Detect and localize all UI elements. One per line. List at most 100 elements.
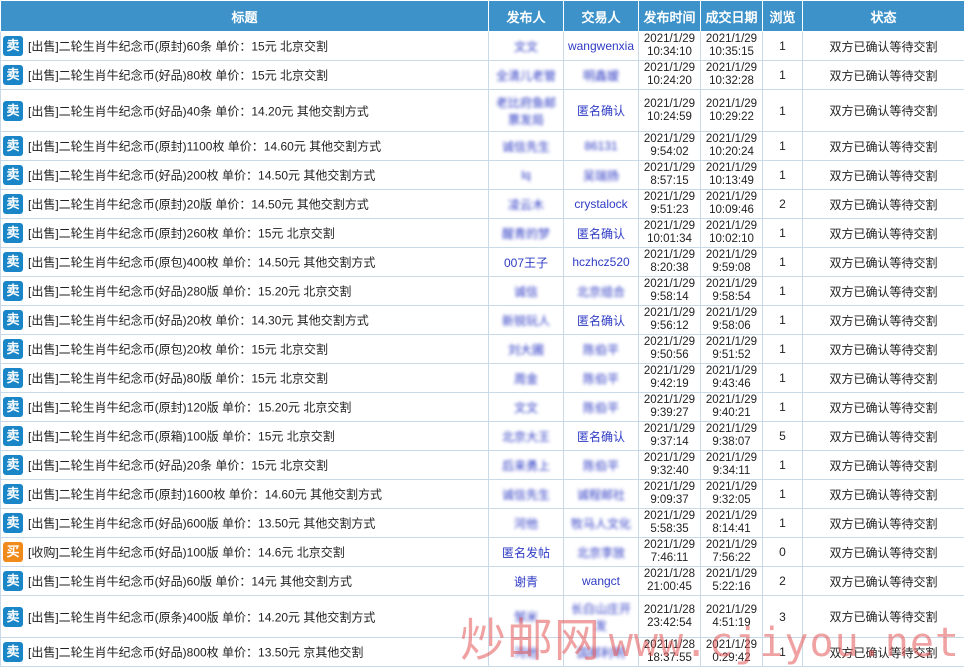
- listing-title-link[interactable]: [出售]二轮生肖牛纪念币(好品)800枚 单价：13.50元 京其他交割: [28, 646, 363, 660]
- listing-title-cell[interactable]: 卖 [出售]二轮生肖牛纪念币(原封)120版 单价：15.20元 北京交割: [0, 392, 489, 422]
- listing-title-cell[interactable]: 卖 [出售]二轮生肖牛纪念币(原条)400版 单价：14.20元 其他交割方式: [0, 595, 489, 638]
- status-cell: 双方已确认等待交割: [802, 89, 964, 132]
- publisher-link[interactable]: 诚信先生: [502, 138, 550, 155]
- listing-title-link[interactable]: [出售]二轮生肖牛纪念币(好品)20枚 单价：14.30元 其他交割方式: [28, 314, 369, 328]
- views-cell: 1: [762, 637, 803, 667]
- publisher-link[interactable]: 邹米: [514, 608, 538, 625]
- listing-title-link[interactable]: [出售]二轮生肖牛纪念币(原封)260枚 单价：15元 北京交割: [28, 227, 335, 241]
- trader-link[interactable]: 匿名确认: [577, 102, 625, 119]
- trader-link[interactable]: 诚程邮社: [577, 486, 625, 503]
- publisher-link[interactable]: 匿名发帖: [502, 544, 550, 561]
- deal-clock: 7:56:22: [712, 552, 751, 564]
- trader-link[interactable]: hczhcz520: [572, 255, 629, 269]
- column-header-views[interactable]: 浏览: [762, 0, 803, 32]
- column-header-trader[interactable]: 交易人: [563, 0, 639, 32]
- listing-title-cell[interactable]: 卖 [出售]二轮生肖牛纪念币(好品)60版 单价：14元 其他交割方式: [0, 566, 489, 596]
- publisher-link[interactable]: 老比府鱼邮票发局: [491, 94, 561, 128]
- publisher-link[interactable]: 新锐玩人: [502, 312, 550, 329]
- listing-title-link[interactable]: [出售]二轮生肖牛纪念币(好品)40条 单价：14.20元 其他交割方式: [28, 104, 369, 118]
- publisher-link[interactable]: 文文: [514, 399, 538, 416]
- column-header-publish-time[interactable]: 发布时间: [638, 0, 701, 32]
- publisher-link[interactable]: 醒青的梦: [502, 225, 550, 242]
- listing-title-cell[interactable]: 卖 [出售]二轮生肖牛纪念币(好品)600版 单价：13.50元 其他交割方式: [0, 508, 489, 538]
- listing-title-cell[interactable]: 卖 [出售]二轮生肖牛纪念币(好品)20枚 单价：14.30元 其他交割方式: [0, 305, 489, 335]
- trader-link[interactable]: 吴瑞扬: [583, 167, 619, 184]
- trader-link[interactable]: 国邮利明: [577, 644, 625, 661]
- publisher-link[interactable]: 周金: [514, 370, 538, 387]
- column-header-title[interactable]: 标题: [0, 0, 489, 32]
- trader-link[interactable]: 陈伯平: [583, 399, 619, 416]
- listing-title-link[interactable]: [出售]二轮生肖牛纪念币(原封)1100枚 单价：14.60元 其他交割方式: [28, 140, 381, 154]
- listing-title-cell[interactable]: 卖 [出售]二轮生肖牛纪念币(原箱)100版 单价：15元 北京交割: [0, 421, 489, 451]
- listing-title-link[interactable]: [出售]二轮生肖牛纪念币(好品)280版 单价：15.20元 北京交割: [28, 285, 351, 299]
- publisher-link[interactable]: 北京大王: [502, 428, 550, 445]
- publisher-link[interactable]: 文文: [514, 38, 538, 55]
- listing-title-link[interactable]: [出售]二轮生肖牛纪念币(原包)20枚 单价：15元 北京交割: [28, 343, 328, 357]
- publisher-link[interactable]: 诚信先生: [502, 486, 550, 503]
- views-cell: 1: [762, 31, 803, 61]
- publisher-link[interactable]: 河他: [514, 515, 538, 532]
- listing-title-cell[interactable]: 卖 [出售]二轮生肖牛纪念币(好品)20条 单价：15元 北京交割: [0, 450, 489, 480]
- publisher-link[interactable]: lq: [521, 168, 530, 182]
- publisher-link[interactable]: 全清儿老管: [496, 67, 556, 84]
- publisher-link[interactable]: 刘大圃: [508, 341, 544, 358]
- listing-title-cell[interactable]: 卖 [出售]二轮生肖牛纪念币(好品)80枚 单价：15元 北京交割: [0, 60, 489, 90]
- trader-link[interactable]: 明鑫嫒: [583, 67, 619, 84]
- listing-title-cell[interactable]: 卖 [出售]二轮生肖牛纪念币(原封)1100枚 单价：14.60元 其他交割方式: [0, 131, 489, 161]
- publisher-link[interactable]: 谢青: [514, 573, 538, 590]
- trader-link[interactable]: 匿名确认: [577, 428, 625, 445]
- listing-title-link[interactable]: [出售]二轮生肖牛纪念币(原箱)100版 单价：15元 北京交割: [28, 430, 335, 444]
- trader-link[interactable]: 陈伯平: [583, 457, 619, 474]
- listing-title-link[interactable]: [收购]二轮生肖牛纪念币(好品)100版 单价：14.6元 北京交割: [28, 546, 345, 560]
- listing-title-cell[interactable]: 卖 [出售]二轮生肖牛纪念币(好品)40条 单价：14.20元 其他交割方式: [0, 89, 489, 132]
- publish-time-cell: 2021/1/29 9:37:14: [638, 421, 701, 451]
- trader-link[interactable]: 北京组合: [577, 283, 625, 300]
- listing-title-cell[interactable]: 卖 [出售]二轮生肖牛纪念币(好品)200枚 单价：14.50元 其他交割方式: [0, 160, 489, 190]
- listing-title-link[interactable]: [出售]二轮生肖牛纪念币(好品)60版 单价：14元 其他交割方式: [28, 575, 352, 589]
- listing-title-link[interactable]: [出售]二轮生肖牛纪念币(原封)1600枚 单价：14.60元 其他交割方式: [28, 488, 382, 502]
- trader-link[interactable]: wangct: [582, 574, 620, 588]
- publisher-link[interactable]: 河他: [514, 644, 538, 661]
- listing-title-cell[interactable]: 卖 [出售]二轮生肖牛纪念币(原包)400枚 单价：14.50元 其他交割方式: [0, 247, 489, 277]
- publish-clock: 10:24:59: [647, 110, 692, 123]
- listing-title-link[interactable]: [出售]二轮生肖牛纪念币(原封)120版 单价：15.20元 北京交割: [28, 401, 351, 415]
- listing-title-link[interactable]: [出售]二轮生肖牛纪念币(好品)600版 单价：13.50元 其他交割方式: [28, 517, 375, 531]
- trader-link[interactable]: 北京李放: [577, 544, 625, 561]
- listing-title-cell[interactable]: 卖 [出售]二轮生肖牛纪念币(原封)20版 单价：14.50元 其他交割方式: [0, 189, 489, 219]
- listing-title-cell[interactable]: 卖 [出售]二轮生肖牛纪念币(好品)280版 单价：15.20元 北京交割: [0, 276, 489, 306]
- listing-title-cell[interactable]: 卖 [出售]二轮生肖牛纪念币(原包)20枚 单价：15元 北京交割: [0, 334, 489, 364]
- trader-link[interactable]: 匿名确认: [577, 312, 625, 329]
- publisher-link[interactable]: 凌云木: [508, 196, 544, 213]
- listing-title-cell[interactable]: 卖 [出售]二轮生肖牛纪念币(原封)60条 单价：15元 北京交割: [0, 31, 489, 61]
- trader-link[interactable]: 长白山庄开发: [566, 600, 636, 634]
- listing-title-cell[interactable]: 卖 [出售]二轮生肖牛纪念币(好品)800枚 单价：13.50元 京其他交割: [0, 637, 489, 667]
- trader-link[interactable]: wangwenxia: [568, 39, 634, 53]
- listing-title-link[interactable]: [出售]二轮生肖牛纪念币(原封)60条 单价：15元 北京交割: [28, 40, 328, 54]
- trader-link[interactable]: 匿名确认: [577, 225, 625, 242]
- column-header-deal-date[interactable]: 成交日期: [700, 0, 763, 32]
- listing-title-cell[interactable]: 卖 [出售]二轮生肖牛纪念币(原封)260枚 单价：15元 北京交割: [0, 218, 489, 248]
- listing-title-link[interactable]: [出售]二轮生肖牛纪念币(好品)200枚 单价：14.50元 其他交割方式: [28, 169, 375, 183]
- listing-title-link[interactable]: [出售]二轮生肖牛纪念币(好品)80枚 单价：15元 北京交割: [28, 69, 328, 83]
- trader-link[interactable]: 牧马人文化: [571, 515, 631, 532]
- publisher-link[interactable]: 诚信: [514, 283, 538, 300]
- trader-link[interactable]: 陈伯平: [583, 341, 619, 358]
- trader-link[interactable]: 陈伯平: [583, 370, 619, 387]
- publisher-link[interactable]: 后来勇上: [502, 457, 550, 474]
- listing-title-link[interactable]: [出售]二轮生肖牛纪念币(好品)80版 单价：15元 北京交割: [28, 372, 328, 386]
- trader-link[interactable]: crystalock: [574, 197, 627, 211]
- listing-title-cell[interactable]: 卖 [出售]二轮生肖牛纪念币(原封)1600枚 单价：14.60元 其他交割方式: [0, 479, 489, 509]
- listing-title-link[interactable]: [出售]二轮生肖牛纪念币(好品)20条 单价：15元 北京交割: [28, 459, 328, 473]
- column-header-status[interactable]: 状态: [802, 0, 964, 32]
- views-cell: 1: [762, 247, 803, 277]
- listing-title-cell[interactable]: 卖 [出售]二轮生肖牛纪念币(好品)80版 单价：15元 北京交割: [0, 363, 489, 393]
- listing-title-link[interactable]: [出售]二轮生肖牛纪念币(原条)400版 单价：14.20元 其他交割方式: [28, 610, 375, 624]
- views-cell: 3: [762, 595, 803, 638]
- listing-title-link[interactable]: [出售]二轮生肖牛纪念币(原封)20版 单价：14.50元 其他交割方式: [28, 198, 369, 212]
- listing-title-cell[interactable]: 买 [收购]二轮生肖牛纪念币(好品)100版 单价：14.6元 北京交割: [0, 537, 489, 567]
- column-header-publisher[interactable]: 发布人: [488, 0, 564, 32]
- publisher-link[interactable]: 007王子: [504, 254, 548, 271]
- listing-title-link[interactable]: [出售]二轮生肖牛纪念币(原包)400枚 单价：14.50元 其他交割方式: [28, 256, 375, 270]
- trader-link[interactable]: 86131: [584, 139, 617, 153]
- views-cell: 2: [762, 189, 803, 219]
